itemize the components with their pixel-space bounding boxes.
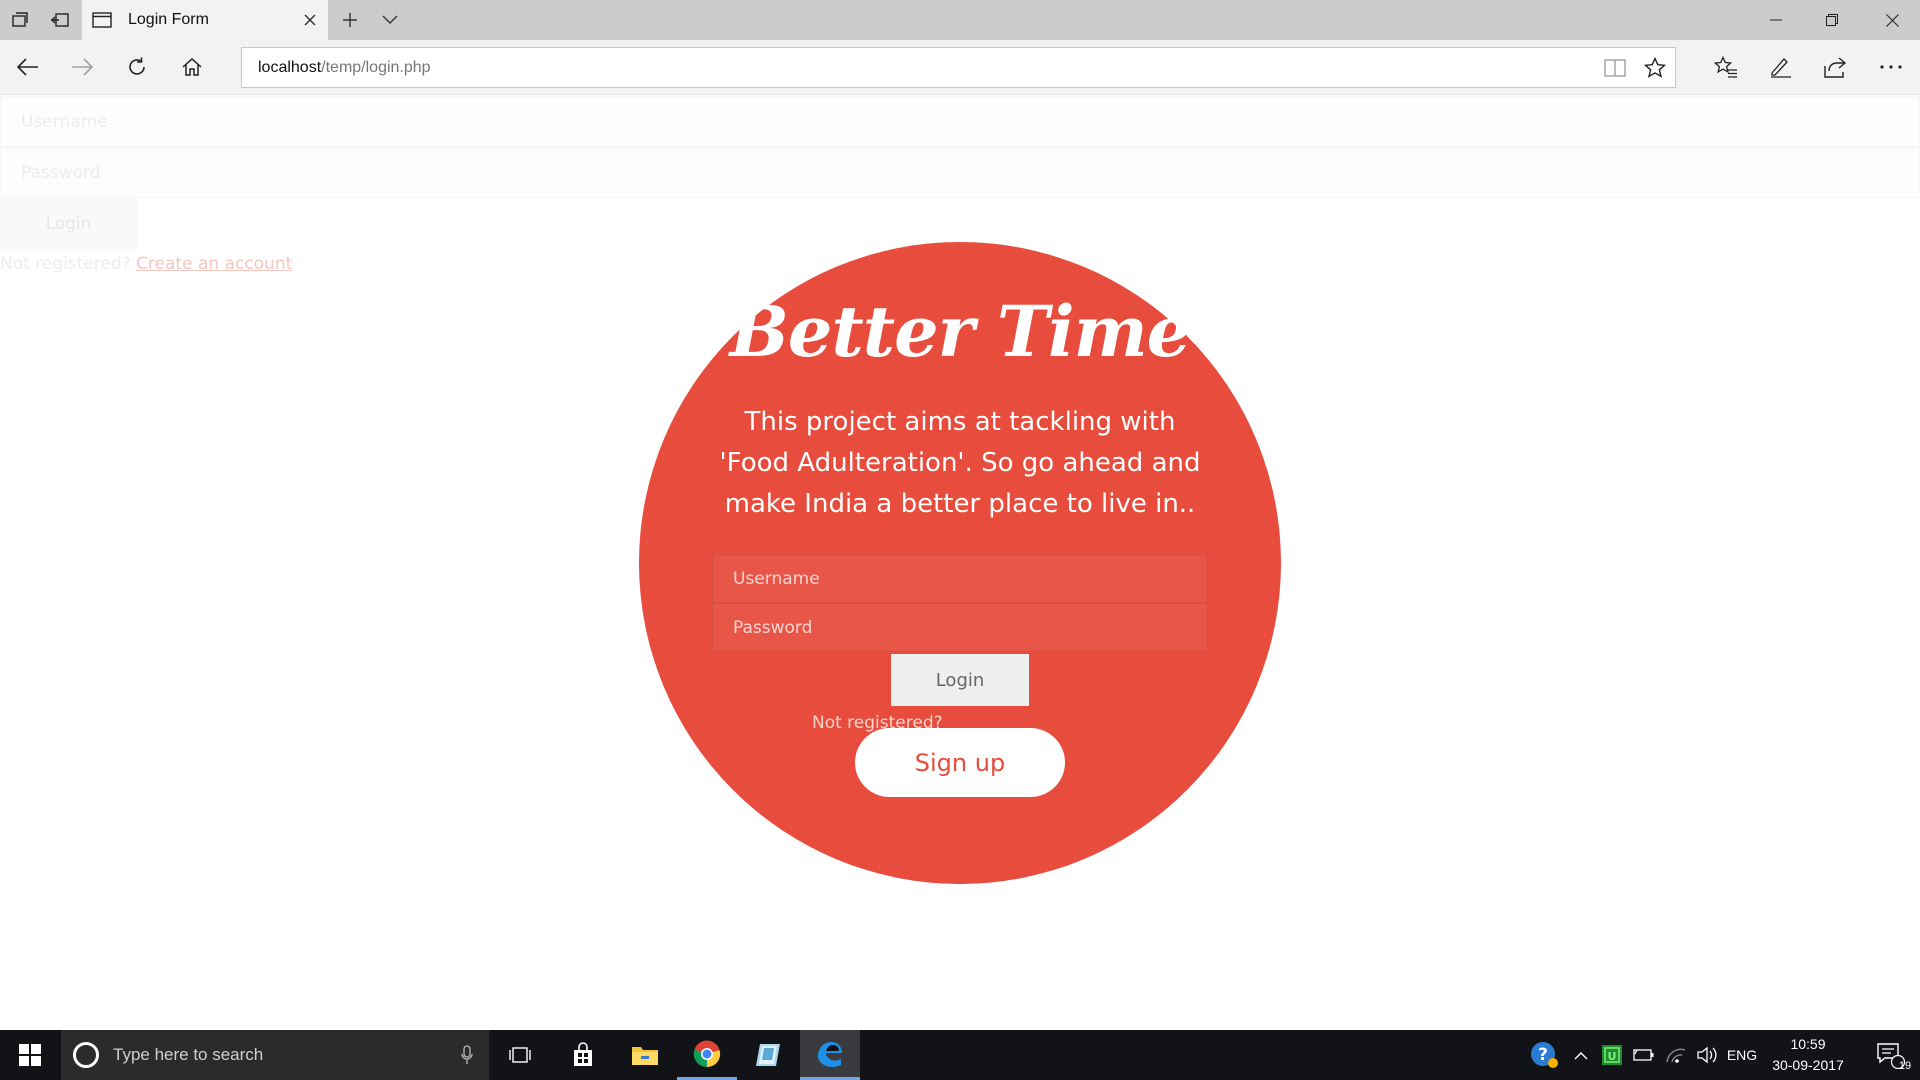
- url-text[interactable]: localhost/temp/login.php: [258, 59, 1595, 77]
- brand-title: Better Time: [729, 290, 1191, 373]
- chrome-icon[interactable]: [677, 1030, 737, 1080]
- username-input[interactable]: [713, 555, 1207, 602]
- web-note-icon[interactable]: [1759, 46, 1803, 88]
- windows-taskbar: Type here to search ? U ENG 10:59 30-09-…: [0, 1030, 1920, 1080]
- page-icon: [92, 12, 114, 28]
- cortana-icon: [73, 1042, 99, 1068]
- home-icon[interactable]: [170, 46, 214, 88]
- app-tray-icon[interactable]: U: [1597, 1030, 1627, 1080]
- background-login-button[interactable]: Login: [0, 198, 137, 249]
- help-icon[interactable]: ?: [1524, 1030, 1566, 1080]
- set-tabs-aside-icon[interactable]: [40, 0, 80, 40]
- more-options-icon[interactable]: [1869, 46, 1913, 88]
- login-button[interactable]: Login: [891, 654, 1029, 706]
- windows-logo-icon: [19, 1044, 41, 1066]
- url-path: /temp/login.php: [321, 58, 431, 76]
- close-window-icon[interactable]: [1864, 0, 1920, 40]
- browser-tab-strip: Login Form: [0, 0, 1920, 40]
- wifi-icon[interactable]: [1661, 1030, 1691, 1080]
- svg-text:U: U: [1608, 1050, 1617, 1063]
- chevron-up-icon[interactable]: [1568, 1030, 1594, 1080]
- share-icon[interactable]: [1813, 46, 1857, 88]
- password-input[interactable]: [713, 604, 1207, 651]
- background-password-input[interactable]: [1, 148, 1919, 197]
- action-center-icon[interactable]: 19: [1862, 1030, 1920, 1080]
- new-tab-icon[interactable]: [330, 0, 370, 40]
- clock-time: 10:59: [1790, 1036, 1826, 1052]
- page-content: Login Not registered? Create an account …: [0, 96, 1920, 1030]
- language-indicator[interactable]: ENG: [1724, 1030, 1760, 1080]
- taskbar-search-placeholder: Type here to search: [113, 1045, 264, 1064]
- username-field[interactable]: [712, 554, 1208, 603]
- background-register-prompt: Not registered? Create an account: [0, 254, 292, 274]
- microphone-icon[interactable]: [445, 1045, 489, 1065]
- restore-icon[interactable]: [1804, 0, 1860, 40]
- password-field[interactable]: [712, 603, 1208, 652]
- task-view-icon[interactable]: [490, 1030, 550, 1080]
- file-explorer-icon[interactable]: [615, 1030, 675, 1080]
- background-username-field[interactable]: [0, 96, 1920, 147]
- tab-manager-icon[interactable]: [0, 0, 40, 40]
- forward-arrow-icon[interactable]: [60, 46, 104, 88]
- background-password-field[interactable]: [0, 147, 1920, 198]
- star-icon[interactable]: [1635, 48, 1675, 88]
- taskbar-search-box[interactable]: Type here to search: [61, 1030, 489, 1080]
- volume-icon[interactable]: [1692, 1030, 1722, 1080]
- close-tab-icon[interactable]: [292, 0, 328, 40]
- svg-text:?: ?: [1538, 1045, 1548, 1065]
- minimize-icon[interactable]: [1748, 0, 1804, 40]
- project-description: This project aims at tackling with 'Food…: [719, 407, 1201, 519]
- notification-count-badge: 19: [1898, 1060, 1912, 1072]
- clock-date: 30-09-2017: [1772, 1057, 1844, 1073]
- create-account-link[interactable]: Create an account: [136, 254, 292, 274]
- store-icon[interactable]: [553, 1030, 613, 1080]
- paint-icon[interactable]: [738, 1030, 798, 1080]
- tab-login-form[interactable]: Login Form: [82, 0, 328, 40]
- back-arrow-icon[interactable]: [6, 46, 50, 88]
- address-bar[interactable]: localhost/temp/login.php: [241, 47, 1676, 88]
- url-host: localhost: [258, 58, 322, 76]
- reading-view-icon[interactable]: [1595, 48, 1635, 88]
- background-not-registered-text: Not registered?: [0, 254, 131, 274]
- refresh-icon[interactable]: [115, 46, 159, 88]
- chevron-down-icon[interactable]: [370, 0, 410, 40]
- start-button[interactable]: [0, 1030, 60, 1080]
- system-clock[interactable]: 10:59 30-09-2017: [1762, 1034, 1854, 1076]
- battery-icon[interactable]: [1629, 1030, 1659, 1080]
- signup-button[interactable]: Sign up: [855, 728, 1065, 797]
- tab-title: Login Form: [128, 11, 209, 28]
- browser-toolbar: localhost/temp/login.php: [0, 40, 1920, 95]
- edge-icon[interactable]: [800, 1030, 860, 1080]
- background-username-input[interactable]: [1, 97, 1919, 146]
- favorites-hub-icon[interactable]: [1704, 46, 1748, 88]
